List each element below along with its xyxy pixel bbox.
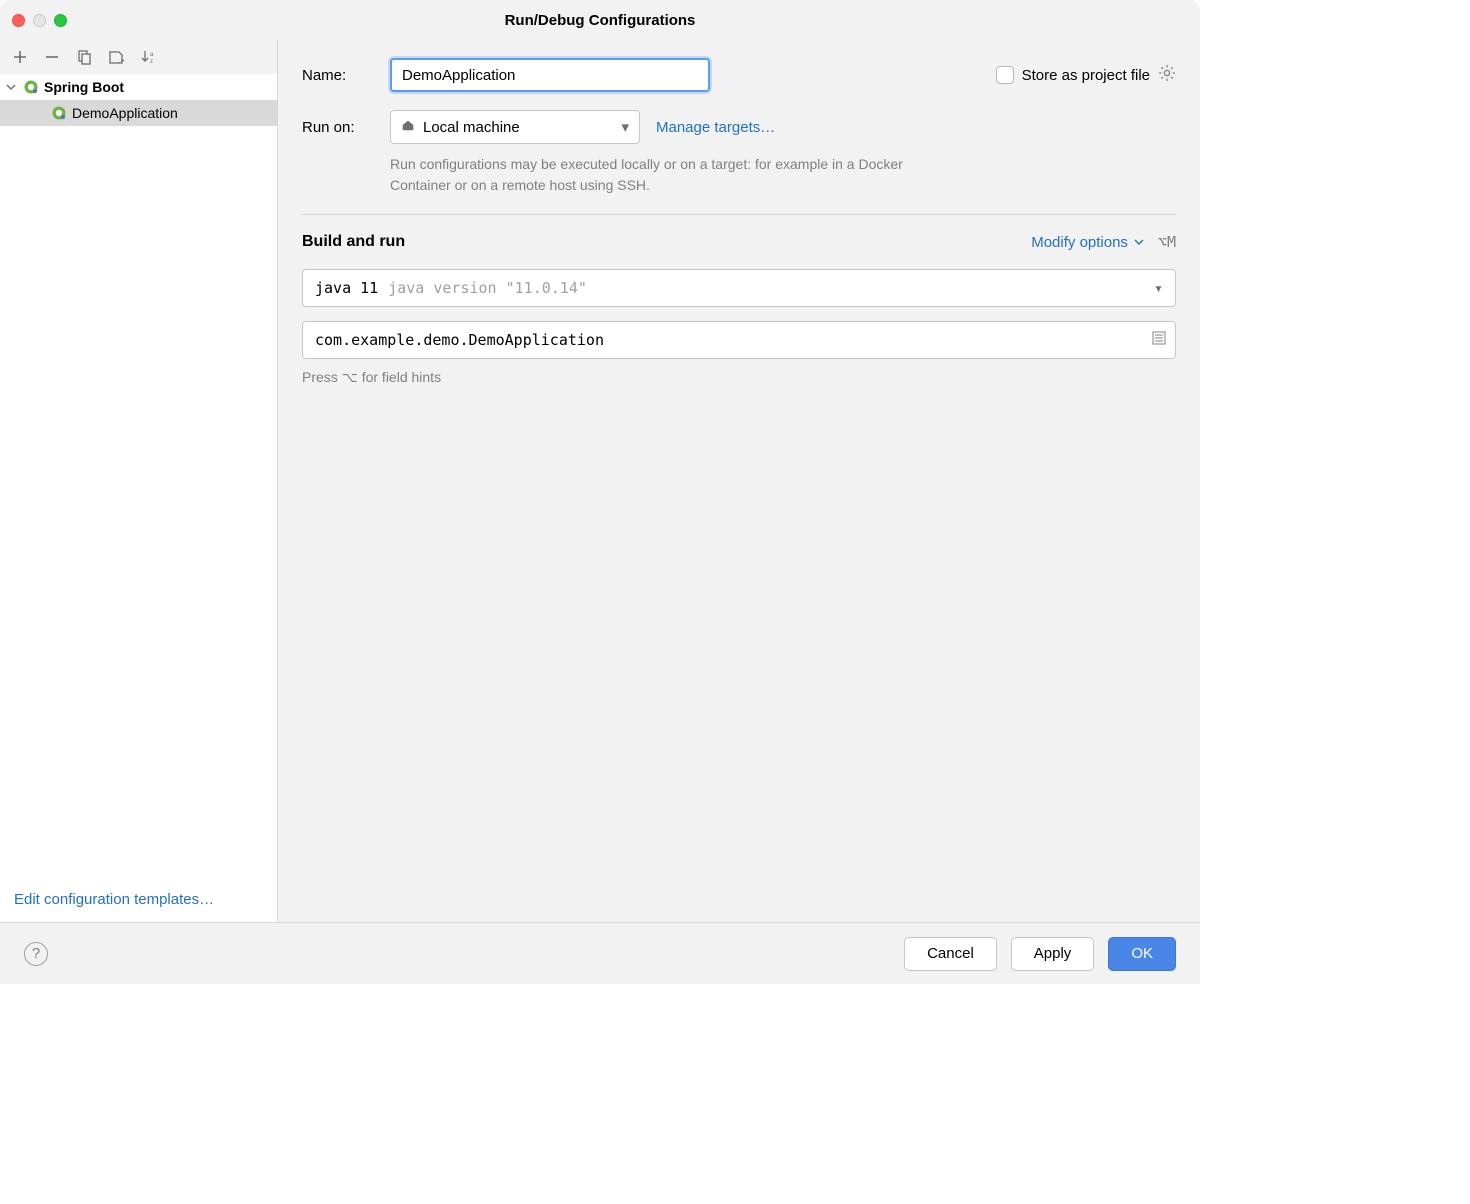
manage-targets-link[interactable]: Manage targets…: [656, 119, 775, 136]
store-label: Store as project file: [1022, 67, 1150, 84]
configuration-form: Name: Store as project file Run on: Loca: [278, 40, 1200, 922]
dialog-footer: ? Cancel Apply OK: [0, 922, 1200, 984]
runon-hint: Run configurations may be executed local…: [390, 154, 910, 196]
tree-item-demoapplication[interactable]: DemoApplication: [0, 100, 277, 126]
edit-templates-link[interactable]: Edit configuration templates…: [14, 891, 214, 908]
add-configuration-button[interactable]: [10, 47, 30, 67]
copy-configuration-button[interactable]: [74, 47, 94, 67]
field-hint: Press ⌥ for field hints: [302, 369, 1176, 386]
jdk-select[interactable]: java 11 java version "11.0.14" ▾: [302, 269, 1176, 307]
main-class-value: com.example.demo.DemoApplication: [315, 331, 604, 349]
tree-group-spring-boot[interactable]: Spring Boot: [0, 74, 277, 100]
spring-boot-icon: [50, 105, 68, 121]
runon-label: Run on:: [302, 119, 374, 136]
runon-row: Run on: Local machine ▾ Manage targets…: [302, 110, 1176, 144]
remove-configuration-button[interactable]: [42, 47, 62, 67]
jdk-detail: java version "11.0.14": [388, 279, 587, 297]
configurations-tree[interactable]: Spring Boot DemoApplication: [0, 74, 277, 881]
titlebar: Run/Debug Configurations: [0, 0, 1200, 40]
divider: [302, 214, 1176, 215]
runon-value: Local machine: [423, 119, 520, 136]
svg-text:a: a: [150, 52, 154, 58]
chevron-down-icon: ▾: [621, 118, 629, 136]
store-checkbox[interactable]: [996, 66, 1014, 84]
tree-group-label: Spring Boot: [44, 79, 124, 95]
close-window-button[interactable]: [12, 14, 25, 27]
svg-text:z: z: [150, 59, 153, 65]
chevron-down-icon: ▾: [1154, 279, 1163, 297]
home-icon: [401, 118, 415, 136]
spring-boot-icon: [22, 79, 40, 95]
ok-button[interactable]: OK: [1108, 937, 1176, 971]
chevron-down-icon: [6, 79, 18, 95]
minimize-window-button[interactable]: [33, 14, 46, 27]
modify-options-link[interactable]: Modify options ⌥M: [1031, 233, 1176, 251]
main-class-input[interactable]: com.example.demo.DemoApplication: [302, 321, 1176, 359]
store-as-project-file[interactable]: Store as project file: [996, 64, 1176, 86]
cancel-button[interactable]: Cancel: [904, 937, 997, 971]
dialog-body: az Spring Boot DemoApplic: [0, 40, 1200, 922]
jdk-name: java 11: [315, 279, 378, 297]
runon-select[interactable]: Local machine ▾: [390, 110, 640, 144]
configurations-sidebar: az Spring Boot DemoApplic: [0, 40, 278, 922]
list-icon[interactable]: [1151, 330, 1167, 350]
modify-options-label: Modify options: [1031, 234, 1128, 251]
window-controls: [12, 14, 67, 27]
modify-options-shortcut: ⌥M: [1158, 233, 1176, 251]
window-title: Run/Debug Configurations: [0, 12, 1200, 29]
apply-button[interactable]: Apply: [1011, 937, 1095, 971]
tree-item-label: DemoApplication: [72, 105, 178, 121]
zoom-window-button[interactable]: [54, 14, 67, 27]
help-button[interactable]: ?: [24, 942, 48, 966]
save-configuration-button[interactable]: [106, 47, 126, 67]
section-title: Build and run: [302, 233, 405, 251]
name-row: Name: Store as project file: [302, 58, 1176, 92]
build-and-run-header: Build and run Modify options ⌥M: [302, 233, 1176, 251]
name-input[interactable]: [390, 58, 710, 92]
sidebar-footer: Edit configuration templates…: [0, 881, 277, 922]
name-label: Name:: [302, 67, 374, 84]
run-debug-dialog: Run/Debug Configurations az: [0, 0, 1200, 984]
chevron-down-icon: [1134, 234, 1144, 251]
sidebar-toolbar: az: [0, 40, 277, 74]
sort-configurations-button[interactable]: az: [138, 47, 158, 67]
gear-icon[interactable]: [1158, 64, 1176, 86]
